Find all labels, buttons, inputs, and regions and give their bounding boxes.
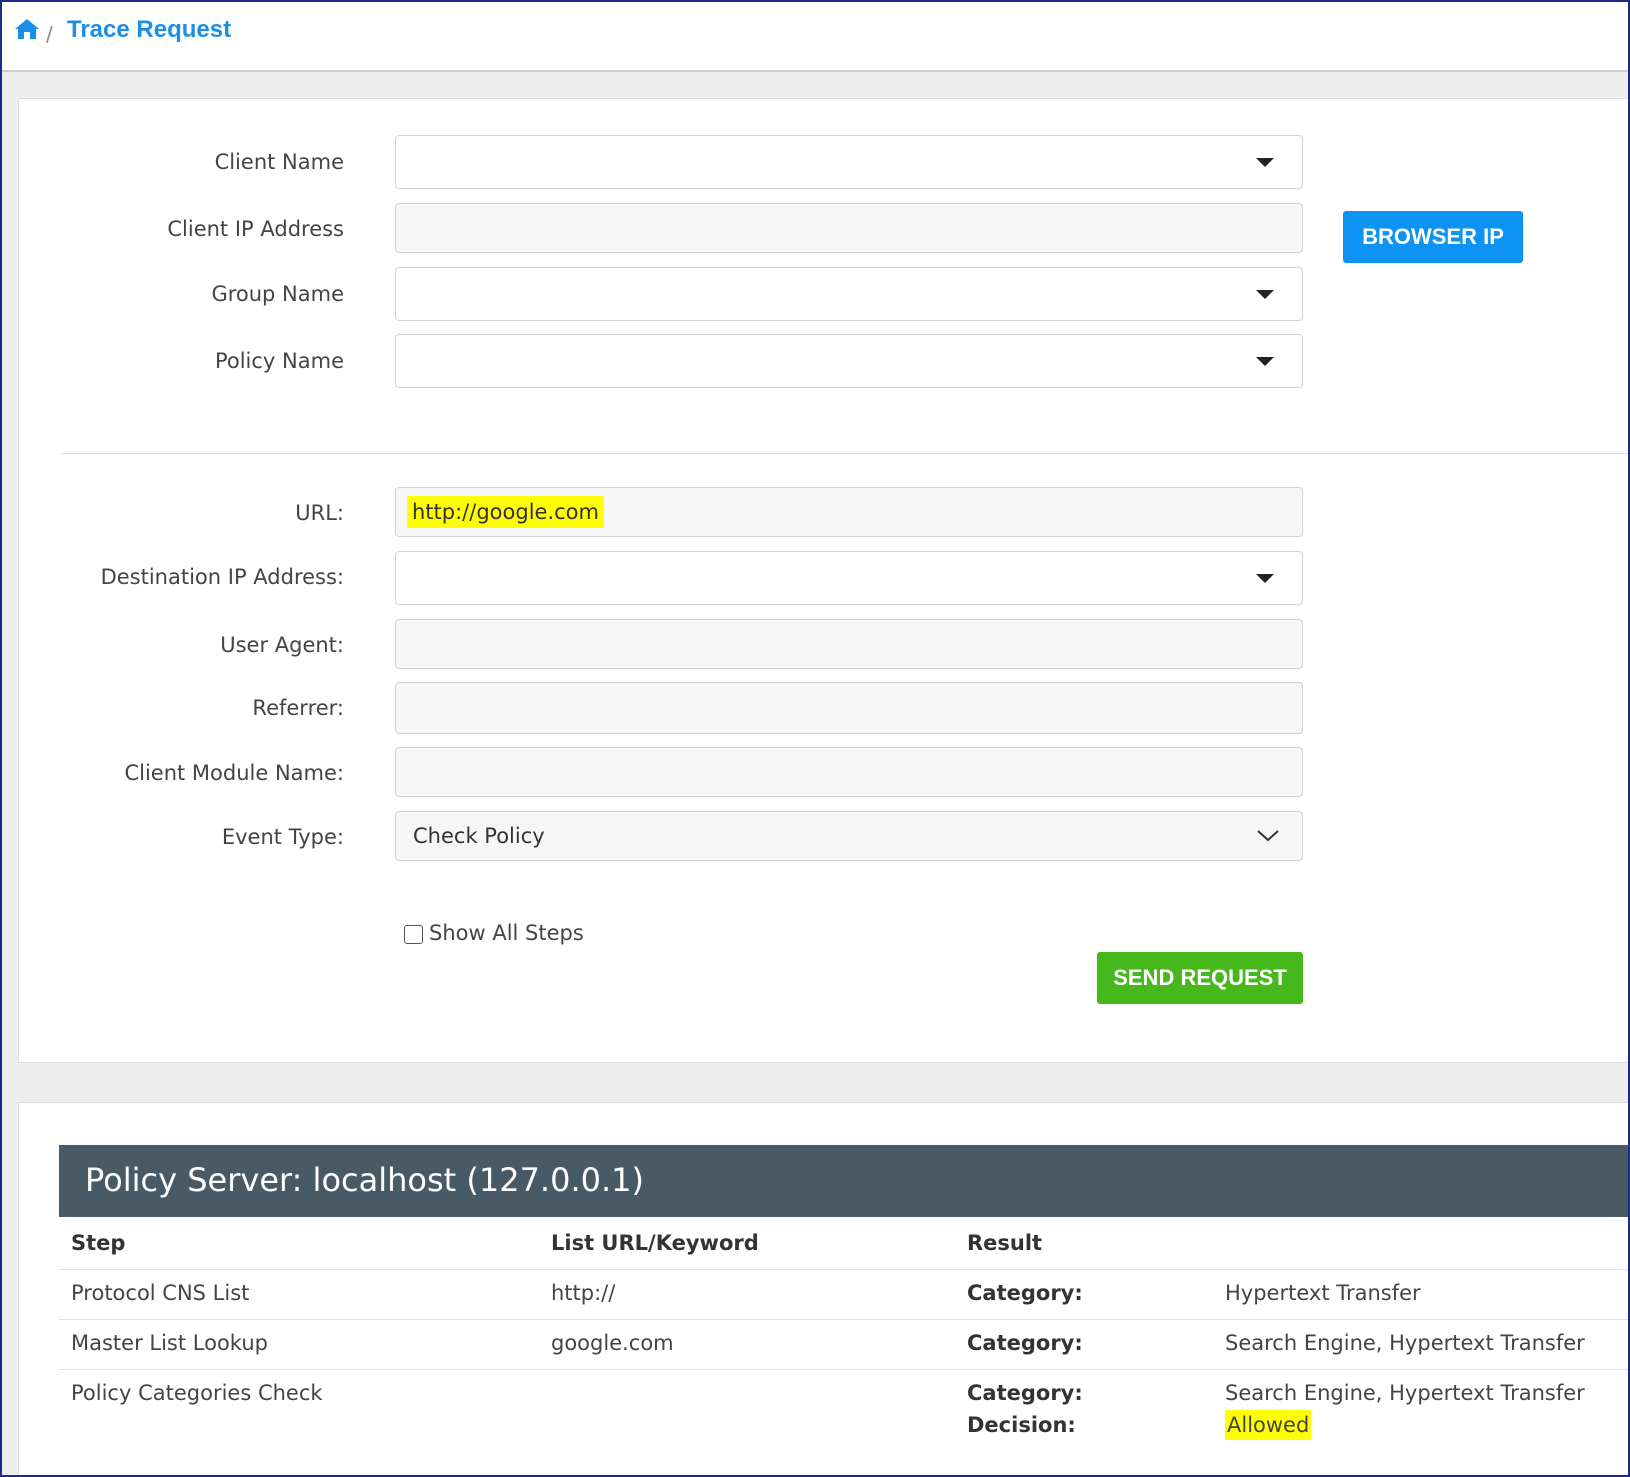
policy-server-header: Policy Server: localhost (127.0.0.1): [59, 1145, 1628, 1217]
show-all-steps-label[interactable]: Show All Steps: [429, 921, 584, 945]
policy-name-select[interactable]: [395, 334, 1303, 388]
caret-down-icon: [1256, 158, 1274, 167]
table-cell-list: google.com: [551, 1331, 674, 1355]
section-divider: [61, 453, 1628, 454]
event-type-value: Check Policy: [413, 824, 545, 848]
destination-ip-label: Destination IP Address:: [100, 565, 344, 589]
table-cell-step: Master List Lookup: [71, 1331, 268, 1355]
table-cell-result-key: Category:: [967, 1381, 1083, 1405]
trace-form-panel: Client Name Client IP Address BROWSER IP…: [18, 98, 1628, 1063]
results-panel: Policy Server: localhost (127.0.0.1) Ste…: [18, 1102, 1628, 1475]
column-header-result: Result: [967, 1231, 1043, 1255]
user-agent-label: User Agent:: [220, 633, 344, 657]
user-agent-input[interactable]: [395, 619, 1303, 669]
caret-down-icon: [1256, 574, 1274, 583]
destination-ip-select[interactable]: [395, 551, 1303, 605]
policy-server-title: Policy Server: localhost (127.0.0.1): [85, 1161, 644, 1199]
column-header-step: Step: [71, 1231, 126, 1255]
show-all-steps-checkbox[interactable]: [404, 925, 423, 944]
event-type-select[interactable]: Check Policy: [395, 811, 1303, 861]
row-divider: [59, 1369, 1628, 1370]
group-name-label: Group Name: [211, 282, 344, 306]
client-module-input[interactable]: [395, 747, 1303, 797]
policy-name-label: Policy Name: [214, 349, 344, 373]
table-cell-step: Protocol CNS List: [71, 1281, 250, 1305]
client-ip-label: Client IP Address: [167, 217, 344, 241]
table-cell-result-value: Hypertext Transfer: [1225, 1281, 1421, 1305]
column-header-list: List URL/Keyword: [551, 1231, 759, 1255]
client-name-select[interactable]: [395, 135, 1303, 189]
client-ip-input[interactable]: [395, 203, 1303, 253]
client-name-label: Client Name: [214, 150, 344, 174]
chevron-down-icon: [1257, 830, 1279, 842]
url-value: http://google.com: [407, 496, 604, 528]
table-cell-step: Policy Categories Check: [71, 1381, 323, 1405]
row-divider: [59, 1319, 1628, 1320]
table-cell-list: http://: [551, 1281, 616, 1305]
referrer-label: Referrer:: [252, 696, 344, 720]
browser-ip-button[interactable]: BROWSER IP: [1343, 211, 1523, 263]
home-icon[interactable]: [14, 17, 40, 41]
table-cell-result-value: Search Engine, Hypertext Transfer: [1225, 1331, 1585, 1355]
row-divider: [59, 1269, 1628, 1270]
caret-down-icon: [1256, 290, 1274, 299]
table-cell-result-key: Category:: [967, 1281, 1083, 1305]
referrer-input[interactable]: [395, 682, 1303, 734]
app-frame: / Trace Request Client Name Client IP Ad…: [0, 0, 1630, 1477]
send-request-button[interactable]: SEND REQUEST: [1097, 952, 1303, 1004]
page-title[interactable]: Trace Request: [67, 16, 231, 44]
caret-down-icon: [1256, 357, 1274, 366]
table-cell-result-value: Search Engine, Hypertext Transfer: [1225, 1381, 1585, 1405]
decision-value: Allowed: [1225, 1410, 1312, 1440]
table-cell-result-key: Category:: [967, 1331, 1083, 1355]
event-type-label: Event Type:: [221, 825, 344, 849]
breadcrumb: / Trace Request: [2, 2, 1628, 72]
group-name-select[interactable]: [395, 267, 1303, 321]
table-cell-decision-key: Decision:: [967, 1413, 1076, 1437]
client-module-label: Client Module Name:: [124, 761, 344, 785]
breadcrumb-separator: /: [46, 22, 53, 46]
url-label: URL:: [295, 501, 344, 525]
url-input[interactable]: http://google.com: [395, 487, 1303, 537]
